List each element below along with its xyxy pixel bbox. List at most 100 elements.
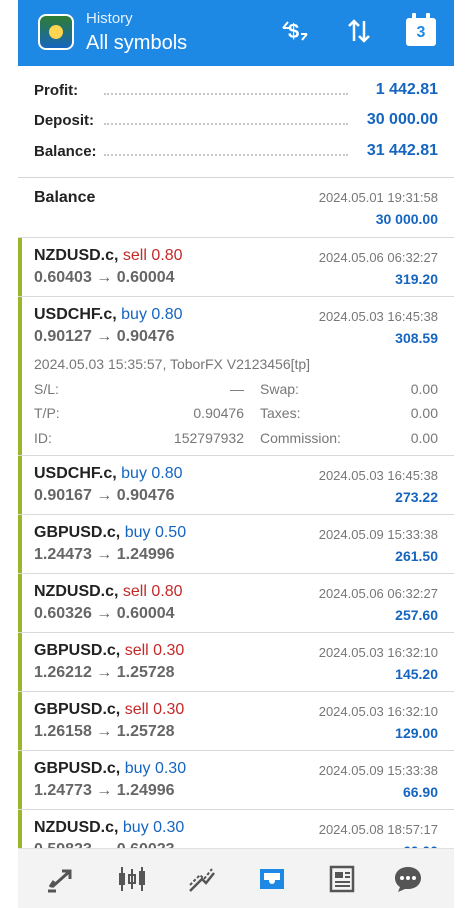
- dotted-leader: [104, 93, 348, 95]
- deal-symbol: GBPUSD.c, buy 0.30: [34, 760, 187, 777]
- id-value: 152797932: [173, 430, 244, 446]
- balance-operation-row[interactable]: Balance 2024.05.01 19:31:58 30 000.00: [18, 178, 454, 238]
- deal-accent-bar: [18, 238, 22, 296]
- trade-icon[interactable]: [184, 861, 220, 897]
- taxes-label: Taxes:: [260, 405, 301, 421]
- deal-direction: buy 0.80: [121, 465, 183, 482]
- deal-datetime: 2024.05.09 15:33:38: [318, 527, 438, 542]
- profit-value: 1 442.81: [369, 81, 438, 99]
- deal-row[interactable]: NZDUSD.c, sell 0.80 0.60403 → 0.60004 20…: [18, 238, 454, 297]
- deal-accent-bar: [18, 297, 22, 455]
- app-header: History All symbols $ 3: [18, 0, 454, 66]
- deal-profit: 261.50: [395, 548, 438, 564]
- deal-symbol: NZDUSD.c, sell 0.80: [34, 583, 183, 600]
- balance-value: 31 442.81: [360, 142, 438, 160]
- deal-datetime: 2024.05.06 06:32:27: [318, 586, 438, 601]
- deal-datetime: 2024.05.03 16:45:38: [318, 468, 438, 483]
- svg-text:$: $: [288, 21, 299, 43]
- deal-direction: sell 0.80: [122, 247, 183, 264]
- header-title[interactable]: All symbols: [86, 32, 187, 55]
- dotted-leader: [104, 154, 348, 156]
- deal-accent-bar: [18, 692, 22, 750]
- news-icon[interactable]: [324, 861, 360, 897]
- balance-label: Balance:: [34, 143, 103, 160]
- deal-profit: 66.90: [402, 784, 438, 800]
- deal-symbol: USDCHF.c, buy 0.80: [34, 306, 183, 323]
- deal-direction: sell 0.30: [124, 642, 185, 659]
- deal-direction: buy 0.30: [124, 760, 187, 777]
- deal-info: 2024.05.03 15:35:57, ToborFX V2123456[tp…: [34, 356, 311, 372]
- deal-accent-bar: [18, 633, 22, 691]
- deal-datetime: 2024.05.03 16:32:10: [318, 645, 438, 660]
- commission-label: Commission:: [260, 430, 341, 446]
- deal-prices: 0.60326 → 0.60004: [34, 605, 175, 622]
- bottom-navigation: [18, 848, 454, 908]
- deposit-row: Deposit: 30 000.00: [34, 109, 438, 135]
- deal-symbol: GBPUSD.c, sell 0.30: [34, 642, 185, 659]
- profit-row: Profit: 1 442.81: [34, 79, 438, 105]
- detail-row-sl: S/L: — Swap: 0.00: [34, 381, 438, 401]
- detail-row-id: ID: 152797932 Commission: 0.00: [34, 430, 438, 450]
- sl-value: —: [230, 381, 244, 397]
- deal-row-expanded[interactable]: USDCHF.c, buy 0.80 0.90127 → 0.90476 202…: [18, 297, 454, 456]
- deal-info-line: 2024.05.03 15:35:57, ToborFX V2123456[tp…: [34, 356, 438, 376]
- deal-row[interactable]: USDCHF.c, buy 0.80 0.90167 → 0.90476 202…: [18, 456, 454, 515]
- balance-row: Balance: 31 442.81: [34, 140, 438, 166]
- currency-swap-icon[interactable]: $: [278, 16, 312, 50]
- app-logo-icon: [38, 14, 74, 50]
- sort-icon[interactable]: [342, 16, 376, 50]
- dotted-leader: [104, 123, 348, 125]
- deal-accent-bar: [18, 456, 22, 514]
- taxes-value: 0.00: [410, 405, 438, 421]
- profit-label: Profit:: [34, 82, 85, 99]
- sl-label: S/L:: [34, 381, 59, 397]
- header-subtitle: History: [86, 10, 133, 27]
- detail-row-tp: T/P: 0.90476 Taxes: 0.00: [34, 405, 438, 425]
- deal-symbol: NZDUSD.c, buy 0.30: [34, 819, 185, 836]
- deal-direction: sell 0.30: [124, 701, 185, 718]
- swap-value: 0.00: [410, 381, 438, 397]
- deal-prices: 1.24473 → 1.24996: [34, 546, 175, 563]
- deposit-value: 30 000.00: [360, 111, 438, 129]
- deal-profit: 319.20: [395, 271, 438, 287]
- chat-icon[interactable]: [390, 861, 426, 897]
- deal-datetime: 2024.05.03 16:45:38: [318, 309, 438, 324]
- deal-accent-bar: [18, 751, 22, 809]
- deal-accent-bar: [18, 515, 22, 573]
- tp-value: 0.90476: [193, 405, 244, 421]
- deal-symbol: GBPUSD.c, sell 0.30: [34, 701, 185, 718]
- deal-profit: 273.22: [395, 489, 438, 505]
- calendar-icon[interactable]: 3: [406, 13, 436, 46]
- deposit-label: Deposit:: [34, 112, 100, 129]
- deal-profit: 129.00: [395, 725, 438, 741]
- deal-row[interactable]: GBPUSD.c, buy 0.30 1.24773 → 1.24996 202…: [18, 751, 454, 810]
- commission-value: 0.00: [410, 430, 438, 446]
- id-label: ID:: [34, 430, 52, 446]
- deal-datetime: 2024.05.09 15:33:38: [318, 763, 438, 778]
- deal-profit: 257.60: [395, 607, 438, 623]
- deal-direction: buy 0.80: [121, 306, 183, 323]
- deal-prices: 0.90127 → 0.90476: [34, 328, 175, 345]
- deal-prices: 1.26158 → 1.25728: [34, 723, 175, 740]
- deal-row[interactable]: NZDUSD.c, sell 0.80 0.60326 → 0.60004 20…: [18, 574, 454, 633]
- deal-row[interactable]: GBPUSD.c, sell 0.30 1.26158 → 1.25728 20…: [18, 692, 454, 751]
- deal-profit: 145.20: [395, 666, 438, 682]
- deal-datetime: 2024.05.06 06:32:27: [318, 250, 438, 265]
- deal-row[interactable]: GBPUSD.c, sell 0.30 1.26212 → 1.25728 20…: [18, 633, 454, 692]
- balance-operation-label: Balance: [34, 189, 96, 206]
- deal-prices: 1.26212 → 1.25728: [34, 664, 175, 681]
- deal-profit: 308.59: [395, 330, 438, 346]
- history-icon[interactable]: [254, 861, 290, 897]
- deal-amount: 30 000.00: [375, 211, 438, 227]
- chart-icon[interactable]: [114, 861, 150, 897]
- deal-direction: sell 0.80: [122, 583, 183, 600]
- app-window: History All symbols $ 3 Profit: 1 442.81…: [18, 0, 454, 908]
- tp-label: T/P:: [34, 405, 60, 421]
- deal-prices: 0.60403 → 0.60004: [34, 269, 175, 286]
- deal-datetime: 2024.05.08 18:57:17: [318, 822, 438, 837]
- deal-direction: buy 0.50: [124, 524, 187, 541]
- deal-symbol: USDCHF.c, buy 0.80: [34, 465, 183, 482]
- deal-symbol: NZDUSD.c, sell 0.80: [34, 247, 183, 264]
- quotes-icon[interactable]: [44, 861, 80, 897]
- deal-row[interactable]: GBPUSD.c, buy 0.50 1.24473 → 1.24996 202…: [18, 515, 454, 574]
